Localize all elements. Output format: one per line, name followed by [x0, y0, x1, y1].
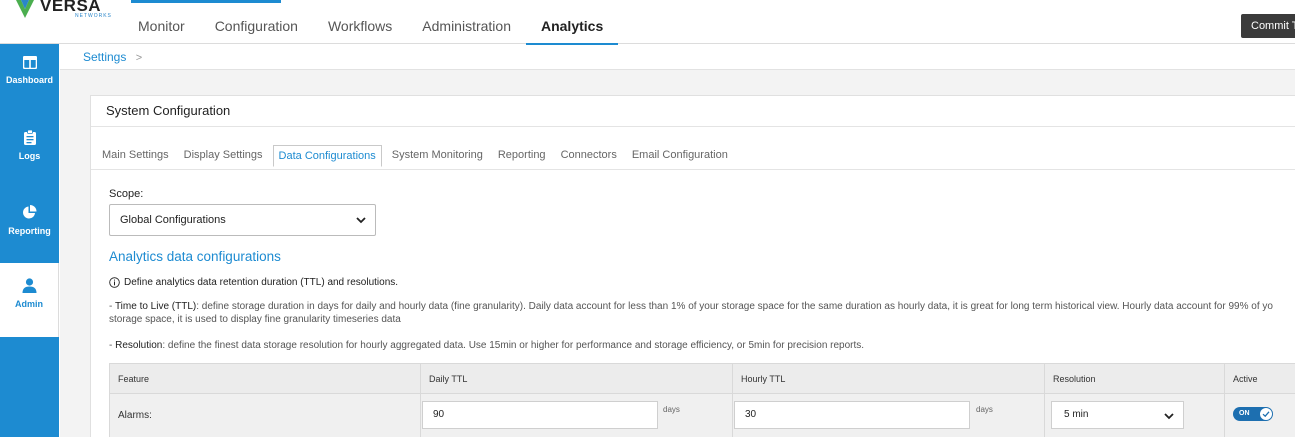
sidebar-label-dashboard: Dashboard [5, 75, 53, 85]
info-icon [109, 277, 120, 288]
top-bar: VERSA NETWORKS Monitor Configuration Wor… [0, 0, 1295, 45]
nav-administration[interactable]: Administration [407, 14, 526, 45]
info-line: Define analytics data retention duration… [109, 277, 398, 288]
tab-reporting[interactable]: Reporting [493, 145, 551, 167]
cell-resolution: 5 min [1045, 394, 1225, 437]
brand-sub: NETWORKS [75, 13, 112, 19]
system-configuration-panel: System Configuration Main Settings Displ… [90, 95, 1295, 437]
header-daily-ttl: Daily TTL [421, 364, 733, 394]
breadcrumb-bar: Settings > [60, 45, 1295, 70]
cell-active: ON [1225, 394, 1295, 437]
commit-button[interactable]: Commit T [1241, 14, 1295, 38]
header-hourly-ttl: Hourly TTL [733, 364, 1045, 394]
table-row: Alarms: 90 days 30 days 5 min ON [110, 394, 1295, 437]
nav-analytics[interactable]: Analytics [525, 14, 619, 45]
scope-select-value: Global Configurations [120, 214, 226, 226]
chevron-down-icon [356, 217, 366, 224]
scope-select[interactable]: Global Configurations [109, 204, 376, 236]
dashboard-icon [22, 56, 37, 69]
main-content: Settings > System Configuration Main Set… [60, 45, 1295, 437]
header-resolution: Resolution [1045, 364, 1225, 394]
daily-ttl-unit: days [663, 405, 680, 414]
cell-daily-ttl: 90 days [421, 394, 733, 437]
sidebar-item-logs[interactable]: Logs [0, 118, 59, 192]
sidebar: Dashboard Logs Reporting Admin [0, 44, 59, 437]
breadcrumb-separator: > [135, 52, 143, 64]
hourly-ttl-input[interactable]: 30 [734, 401, 970, 429]
header-feature: Feature [110, 364, 421, 394]
check-icon [1262, 411, 1270, 418]
nav-monitor[interactable]: Monitor [123, 14, 200, 45]
top-nav: Monitor Configuration Workflows Administ… [123, 14, 619, 45]
tabs-divider [91, 169, 1295, 170]
cell-feature: Alarms: [110, 394, 421, 437]
section-title: Analytics data configurations [109, 249, 281, 264]
active-toggle-label: ON [1239, 410, 1250, 417]
resolution-term: Resolution [115, 340, 163, 351]
tab-system-monitoring[interactable]: System Monitoring [387, 145, 488, 167]
pie-chart-icon [23, 205, 37, 219]
toggle-knob [1260, 408, 1272, 420]
scope-label: Scope: [109, 188, 144, 200]
resolution-text: : define the finest data storage resolut… [162, 340, 865, 351]
breadcrumb: Settings > [83, 50, 142, 64]
panel-divider [91, 126, 1295, 127]
sidebar-item-admin[interactable]: Admin [0, 263, 59, 337]
resolution-select[interactable]: 5 min [1051, 401, 1184, 429]
tab-email-configuration[interactable]: Email Configuration [627, 145, 733, 167]
sidebar-label-logs: Logs [18, 151, 41, 161]
resolution-description: - Resolution: define the finest data sto… [109, 339, 864, 352]
sidebar-label-reporting: Reporting [8, 226, 51, 236]
tab-main-settings[interactable]: Main Settings [97, 145, 174, 167]
ttl-text-line2: storage space, it is used to display fin… [109, 314, 401, 325]
daily-ttl-input[interactable]: 90 [422, 401, 658, 429]
clipboard-icon [23, 130, 36, 145]
versa-logo-mark-icon [16, 0, 34, 18]
settings-tabs: Main Settings Display Settings Data Conf… [97, 145, 738, 167]
chevron-down-icon [1164, 413, 1174, 420]
ttl-text-line1: : define storage duration in days for da… [196, 301, 1273, 312]
breadcrumb-settings-link[interactable]: Settings [83, 50, 126, 64]
hourly-ttl-unit: days [976, 405, 993, 414]
table-header: Feature Daily TTL Hourly TTL Resolution … [110, 364, 1295, 394]
versa-logo[interactable]: VERSA NETWORKS [14, 0, 111, 22]
info-text: Define analytics data retention duration… [124, 277, 399, 288]
nav-configuration[interactable]: Configuration [200, 14, 313, 45]
ttl-term: Time to Live (TTL) [114, 301, 197, 312]
user-icon [22, 278, 36, 293]
topbar-accent [131, 0, 281, 3]
tab-data-configurations[interactable]: Data Configurations [272, 145, 382, 167]
active-toggle[interactable]: ON [1233, 407, 1273, 421]
panel-title: System Configuration [106, 103, 231, 118]
tab-display-settings[interactable]: Display Settings [179, 145, 268, 167]
feature-label: Alarms: [118, 410, 152, 421]
nav-workflows[interactable]: Workflows [313, 14, 407, 45]
data-config-table: Feature Daily TTL Hourly TTL Resolution … [109, 363, 1295, 437]
sidebar-label-admin: Admin [15, 299, 43, 309]
sidebar-item-reporting[interactable]: Reporting [0, 192, 59, 266]
sidebar-item-dashboard[interactable]: Dashboard [0, 44, 59, 118]
ttl-description: - Time to Live (TTL): define storage dur… [109, 300, 1273, 326]
header-active: Active [1233, 374, 1258, 384]
resolution-select-value: 5 min [1064, 409, 1089, 420]
cell-hourly-ttl: 30 days [733, 394, 1045, 437]
tab-connectors[interactable]: Connectors [556, 145, 622, 167]
